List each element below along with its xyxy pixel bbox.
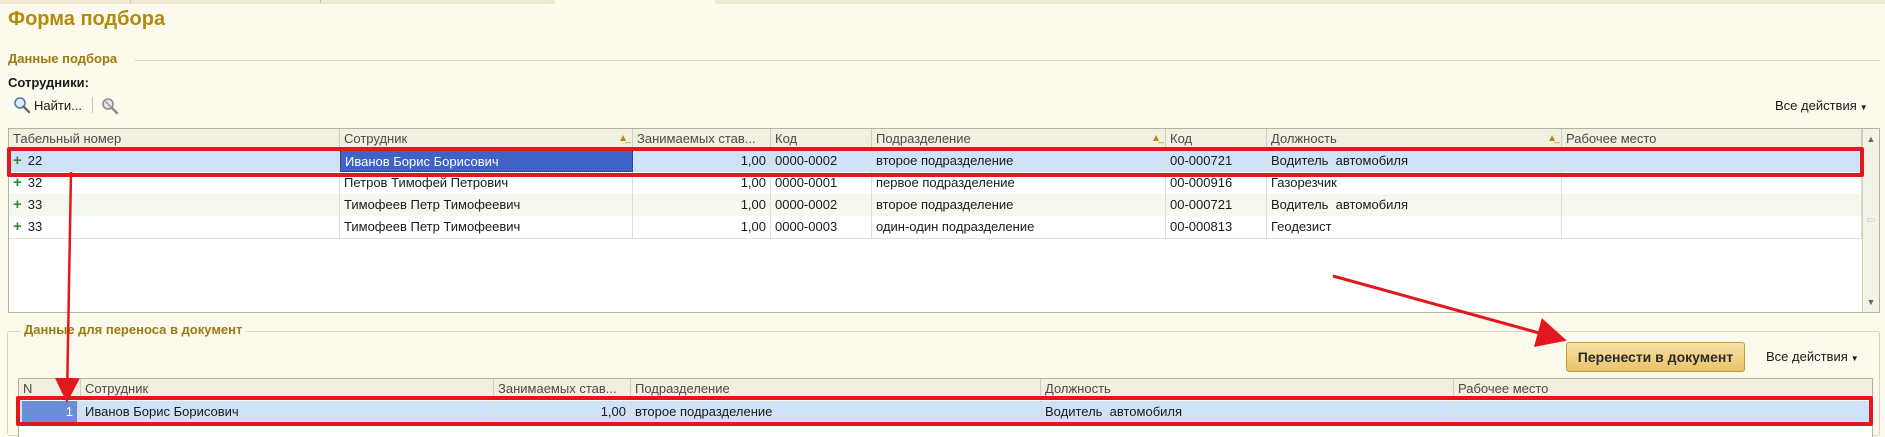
annotation-arrows [54,171,1567,403]
arrow-to-button-icon [1332,274,1567,348]
arrow-down-icon [54,171,80,403]
